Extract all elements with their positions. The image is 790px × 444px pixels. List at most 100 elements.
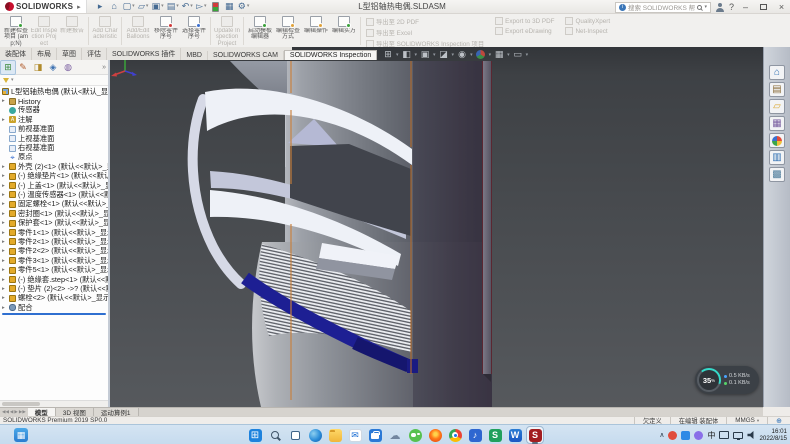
tab-草图[interactable]: 草图 — [57, 48, 82, 60]
new-inspection-project-button[interactable]: 新建检查项目 (amp;N) — [2, 15, 30, 47]
view-orientation-icon[interactable]: ▣ — [419, 49, 431, 60]
undo-icon[interactable]: ↶▾ — [182, 1, 193, 12]
edit-instance-button[interactable]: 编辑实方 — [330, 15, 358, 47]
tree-item[interactable]: ▸History — [0, 96, 108, 105]
feature-manager-tab[interactable]: ⊞ — [1, 61, 15, 74]
help-button[interactable]: ? — [729, 2, 734, 12]
file-properties-icon[interactable]: ▦ — [224, 1, 235, 12]
taskbar-app-docs-icon[interactable]: S — [487, 427, 503, 443]
taskbar-app-blue-icon[interactable]: ♪ — [467, 427, 483, 443]
expand-arrow-icon[interactable]: ▸ — [2, 239, 7, 245]
taskbar-chrome-icon[interactable] — [447, 427, 463, 443]
dropdown-caret-icon[interactable]: ▾ — [132, 4, 135, 9]
tree-item[interactable]: ▸零件2<2> (默认<<默认>_显示状态 — [0, 247, 108, 256]
login-icon[interactable] — [716, 3, 724, 12]
tree-item[interactable]: ▸(-) 垫片 (2)<2> ->? (默认<<默认 — [0, 284, 108, 293]
hide-show-items-icon[interactable]: ◉ — [456, 49, 468, 60]
tray-app3-icon[interactable] — [694, 431, 703, 440]
apply-scene-icon[interactable]: ▦ — [493, 49, 505, 60]
resources-tab[interactable]: ⌂ — [769, 65, 785, 80]
section-view-icon[interactable]: ◧ — [401, 49, 413, 60]
tree-item[interactable]: ▸外壳 (2)<1> (默认<<默认>_显示状 — [0, 162, 108, 171]
doc-tab-2[interactable]: 运动算例1 — [94, 408, 139, 416]
select-icon[interactable]: ▻▾ — [196, 1, 207, 12]
flyout-arrow-icon[interactable]: ▸ — [95, 1, 106, 12]
dropdown-caret-icon[interactable]: ▾ — [507, 52, 510, 58]
panel-horizontal-scrollbar[interactable] — [0, 400, 108, 407]
tab-mbd[interactable]: MBD — [181, 51, 208, 60]
dropdown-caret-icon[interactable]: ▾ — [415, 52, 418, 58]
tree-item[interactable]: ▸配合 — [0, 303, 108, 312]
tree-item[interactable]: ▸螺栓<2> (默认<<默认>_显示状态 — [0, 294, 108, 303]
tab-布局[interactable]: 布局 — [32, 48, 57, 60]
tree-item[interactable]: ▸保护套<1> (默认<<默认>_显示状 — [0, 218, 108, 227]
save-icon[interactable]: ▣▾ — [152, 1, 164, 12]
taskbar-browser-icon[interactable] — [427, 427, 443, 443]
doc-tab-1[interactable]: 3D 视图 — [56, 408, 94, 416]
expand-arrow-icon[interactable]: ▸ — [2, 286, 7, 292]
select-balloons-button[interactable]: 选择零件序号 — [180, 15, 208, 47]
dropdown-caret-icon[interactable]: ▾ — [146, 4, 149, 9]
expand-arrow-icon[interactable]: ▸ — [2, 211, 7, 217]
expand-arrow-icon[interactable]: ▸ — [2, 220, 7, 226]
expand-arrow-icon[interactable]: ▸ — [2, 201, 7, 207]
dropdown-caret-icon[interactable]: ▾ — [489, 52, 492, 58]
taskbar-solidworks-icon[interactable]: S — [527, 427, 543, 443]
taskbar-search-icon[interactable] — [267, 427, 283, 443]
doc-tab-nav-arrow-0[interactable]: ◀◀ — [2, 409, 9, 415]
expand-arrow-icon[interactable]: ▸ — [2, 192, 7, 198]
dropdown-caret-icon[interactable]: ▾ — [396, 52, 399, 58]
dropdown-caret-icon[interactable]: ▾ — [452, 52, 455, 58]
expand-arrow-icon[interactable]: ▸ — [2, 295, 7, 301]
tree-item[interactable]: ▸零件2<1> (默认<<默认>_显示状态 — [0, 237, 108, 246]
tree-item[interactable]: ⌖原点 — [0, 153, 108, 162]
taskbar-file-explorer-icon[interactable] — [327, 427, 343, 443]
dropdown-caret-icon[interactable]: ▾ — [247, 4, 250, 9]
edit-inspection-methods-button[interactable]: 编辑检查方式 — [274, 15, 302, 47]
rollback-bar[interactable] — [2, 313, 106, 315]
launch-template-editor-button[interactable]: 启动模板编辑器 — [246, 15, 274, 47]
taskbar-mail-icon[interactable]: ✉ — [347, 427, 363, 443]
panel-tabs-overflow-icon[interactable]: » — [102, 64, 108, 71]
dropdown-caret-icon[interactable]: ▾ — [526, 52, 529, 58]
dropdown-caret-icon[interactable]: ▾ — [433, 52, 436, 58]
taskbar-wechat-icon[interactable] — [407, 427, 423, 443]
tray-chevron-icon[interactable]: ∧ — [659, 431, 664, 439]
expand-arrow-icon[interactable]: ▸ — [2, 117, 7, 123]
view-palette-tab[interactable]: ▦ — [769, 116, 785, 131]
tree-item[interactable]: ▸零件3<1> (默认<<默认>_显示状态 — [0, 256, 108, 265]
touch-keyboard-icon[interactable] — [719, 431, 729, 439]
edit-operations-button[interactable]: 编辑操作 — [302, 15, 330, 47]
remove-balloons-button[interactable]: 移除零件序号 — [152, 15, 180, 47]
dropdown-caret-icon[interactable]: ▾ — [161, 4, 164, 9]
tree-item[interactable]: ▸(-) 上盖<1> (默认<<默认>_显示状 — [0, 181, 108, 190]
taskbar-onedrive-icon[interactable]: ☁ — [387, 427, 403, 443]
doc-tab-nav-arrow-2[interactable]: ▶ — [14, 409, 17, 415]
taskbar-clock[interactable]: 16:01 2022/8/15 — [759, 428, 787, 442]
expand-arrow-icon[interactable]: ▸ — [2, 277, 7, 283]
zoom-area-icon[interactable]: ⊞ — [382, 49, 394, 60]
tree-filter[interactable]: ▾ — [0, 75, 108, 86]
filter-caret-icon[interactable]: ▾ — [11, 77, 14, 83]
taskbar-store-icon[interactable] — [367, 427, 383, 443]
minimize-button[interactable]: – — [739, 2, 752, 13]
solidworks-menu[interactable]: SOLIDWORKS ▸ — [0, 0, 87, 13]
tree-item[interactable]: ▸零件5<1> (默认<<默认>_显示状态 — [0, 265, 108, 274]
doc-tab-0[interactable]: 模型 — [28, 408, 56, 416]
close-button[interactable]: × — [775, 2, 788, 13]
tree-item[interactable]: 前视基准面 — [0, 125, 108, 134]
volume-icon[interactable] — [747, 431, 755, 439]
search-caret-icon[interactable]: ▾ — [704, 4, 707, 10]
tree-item[interactable]: ▸零件1<1> (默认<<默认>_显示状态 — [0, 228, 108, 237]
expand-arrow-icon[interactable]: ▸ — [2, 183, 7, 189]
widgets-icon[interactable]: ▦ — [14, 428, 28, 442]
tab-装配体[interactable]: 装配体 — [0, 48, 32, 60]
taskbar-start-icon[interactable]: ⊞ — [247, 427, 263, 443]
expand-arrow-icon[interactable]: ▸ — [2, 230, 7, 236]
units-selector[interactable]: MMGS▾ — [726, 417, 767, 424]
tree-item[interactable]: ▸A注解 — [0, 115, 108, 124]
expand-arrow-icon[interactable]: ▸ — [2, 258, 7, 264]
new-icon[interactable]: ▢▾ — [123, 1, 135, 12]
tree-item[interactable]: ▸(-) 绝缘垫片<1> (默认<<默认>_显 — [0, 172, 108, 181]
tree-item[interactable]: ▸(-) 温度传感器<1> (默认<<默认>_ — [0, 190, 108, 199]
